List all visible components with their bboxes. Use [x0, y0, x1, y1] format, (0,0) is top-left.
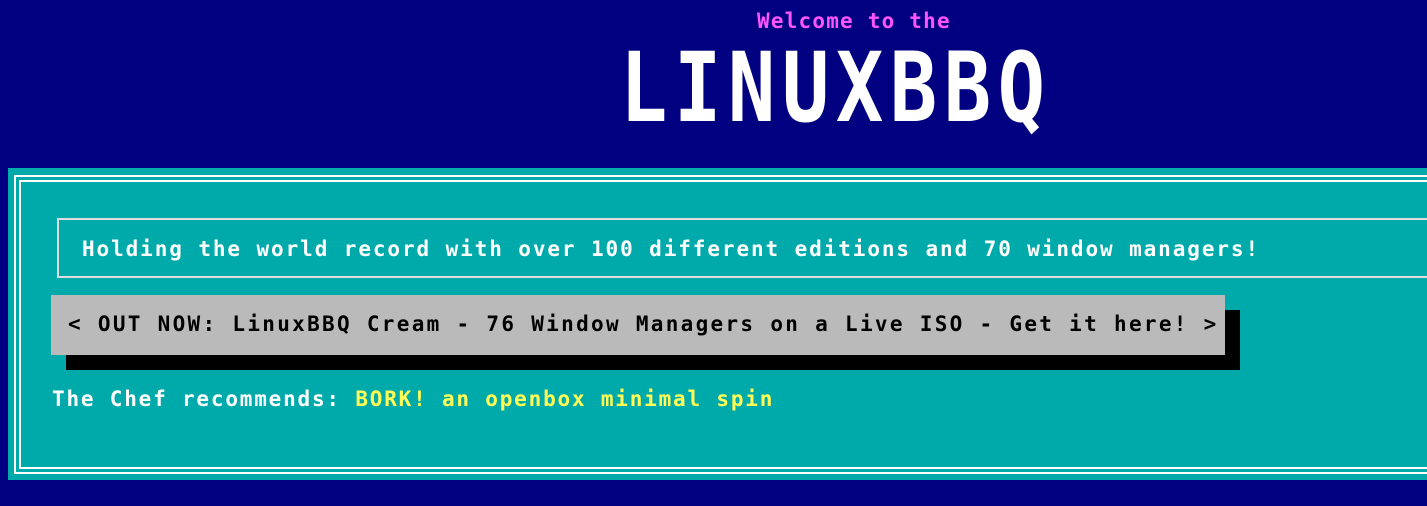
record-text: Holding the world record with over 100 d… [82, 237, 1260, 261]
site-logo: LINUXBBQ [620, 32, 1052, 144]
chef-recommendation: The Chef recommends: BORK! an openbox mi… [52, 386, 774, 412]
chef-label: The Chef recommends: [52, 387, 356, 411]
welcome-text: Welcome to the [757, 9, 951, 33]
bork-spin-link[interactable]: BORK! an openbox minimal spin [355, 387, 774, 411]
download-button-label[interactable]: < OUT NOW: LinuxBBQ Cream - 76 Window Ma… [68, 311, 1219, 337]
